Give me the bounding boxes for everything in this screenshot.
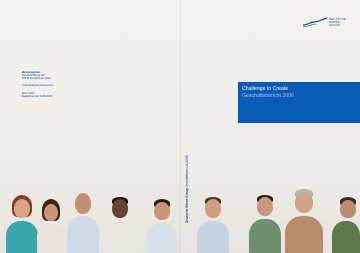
person-figure	[4, 193, 40, 253]
people-photo	[0, 185, 360, 253]
person-figure	[248, 195, 282, 253]
spine-title: Geschäftsbericht 2006	[185, 155, 189, 188]
person-figure	[284, 189, 324, 253]
person-figure	[36, 199, 66, 253]
back-cover-imprint: Herausgeber Deutsche Börse AG 60485 Fran…	[22, 70, 102, 98]
person-figure	[332, 197, 360, 253]
logo-line: GROUP	[329, 23, 341, 28]
imprint-extra: Bestellnummer 1000-2456	[22, 94, 53, 98]
report-title: Challenge to Create	[242, 86, 289, 92]
annual-report-spread: Herausgeber Deutsche Börse AG 60485 Fran…	[0, 0, 360, 253]
person-figure	[66, 191, 100, 253]
person-figure	[196, 197, 230, 253]
report-subtitle: Geschäftsbericht 2006	[242, 93, 294, 99]
title-box: Challenge to Create Geschäftsbericht 200…	[238, 82, 360, 123]
logo-text: DEUTSCHE BÖRSE GROUP	[329, 17, 352, 28]
person-figure	[104, 197, 136, 253]
wave-logo-icon	[302, 17, 328, 27]
company-logo: DEUTSCHE BÖRSE GROUP	[302, 16, 352, 28]
person-figure	[146, 199, 178, 253]
